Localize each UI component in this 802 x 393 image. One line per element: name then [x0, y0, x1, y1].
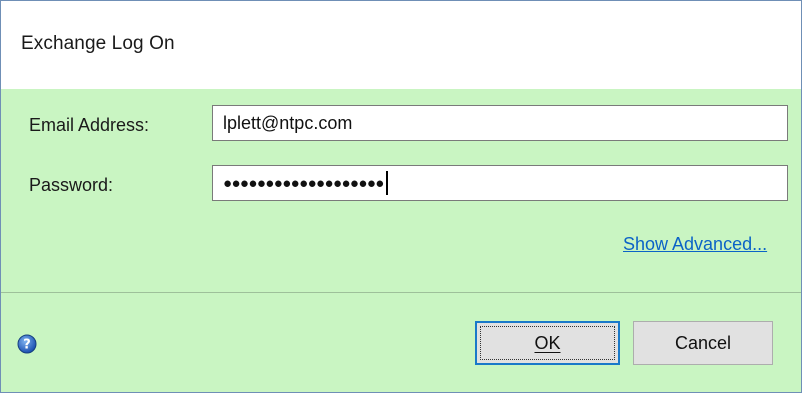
exchange-logon-dialog: Exchange Log On Email Address: lplett@nt… — [0, 0, 802, 393]
help-icon[interactable]: ? — [17, 334, 37, 354]
cancel-button[interactable]: Cancel — [633, 321, 773, 365]
password-masked-value: ●●●●●●●●●●●●●●●●●●● — [223, 174, 384, 192]
focus-rectangle — [480, 326, 615, 360]
ok-button[interactable]: OK — [475, 321, 620, 365]
email-address-field[interactable]: lplett@ntpc.com — [212, 105, 788, 141]
svg-text:?: ? — [23, 338, 31, 353]
email-address-value: lplett@ntpc.com — [223, 112, 353, 133]
password-field[interactable]: ●●●●●●●●●●●●●●●●●●● — [212, 165, 788, 201]
dialog-title: Exchange Log On — [21, 33, 175, 54]
text-caret — [385, 171, 388, 195]
email-address-label: Email Address: — [29, 115, 150, 135]
dialog-footer: ? OK Cancel — [1, 293, 801, 392]
password-label: Password: — [29, 175, 114, 195]
cancel-button-label: Cancel — [674, 332, 732, 353]
dialog-title-bar: Exchange Log On — [1, 1, 801, 89]
show-advanced-link[interactable]: Show Advanced... — [623, 234, 767, 255]
dialog-body: Email Address: lplett@ntpc.com Password:… — [1, 89, 801, 293]
